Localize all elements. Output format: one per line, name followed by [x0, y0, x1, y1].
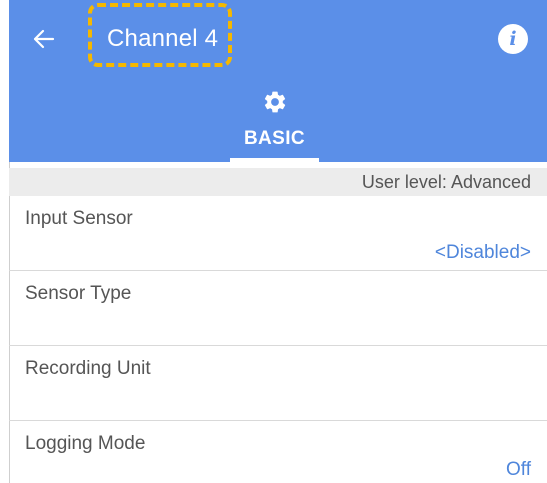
setting-value: Off	[506, 459, 531, 480]
setting-value: <Disabled>	[434, 242, 531, 263]
setting-row-recording-unit[interactable]: Recording Unit	[9, 346, 547, 421]
info-icon: i	[509, 28, 517, 50]
back-button[interactable]	[29, 24, 59, 54]
gear-icon	[264, 91, 286, 113]
setting-row-logging-mode[interactable]: Logging Mode Off	[9, 421, 547, 483]
setting-label: Logging Mode	[25, 433, 146, 454]
tab-basic[interactable]: BASIC	[230, 84, 319, 162]
setting-row-input-sensor[interactable]: Input Sensor <Disabled>	[9, 196, 547, 271]
user-level-text: User level: Advanced	[361, 172, 531, 192]
tab-basic-label: BASIC	[243, 128, 306, 149]
setting-label: Recording Unit	[25, 358, 151, 379]
info-button[interactable]: i	[498, 24, 528, 54]
setting-label: Input Sensor	[25, 208, 133, 229]
arrow-left-icon	[33, 29, 55, 49]
setting-label: Sensor Type	[25, 283, 132, 304]
page-title: Channel 4	[107, 25, 219, 52]
tab-selected-indicator	[230, 158, 319, 162]
app-screen: Channel 4 i BASIC User level: Advanced I…	[0, 0, 547, 483]
setting-row-sensor-type[interactable]: Sensor Type	[9, 271, 547, 346]
user-level-bar: User level: Advanced	[9, 168, 547, 196]
